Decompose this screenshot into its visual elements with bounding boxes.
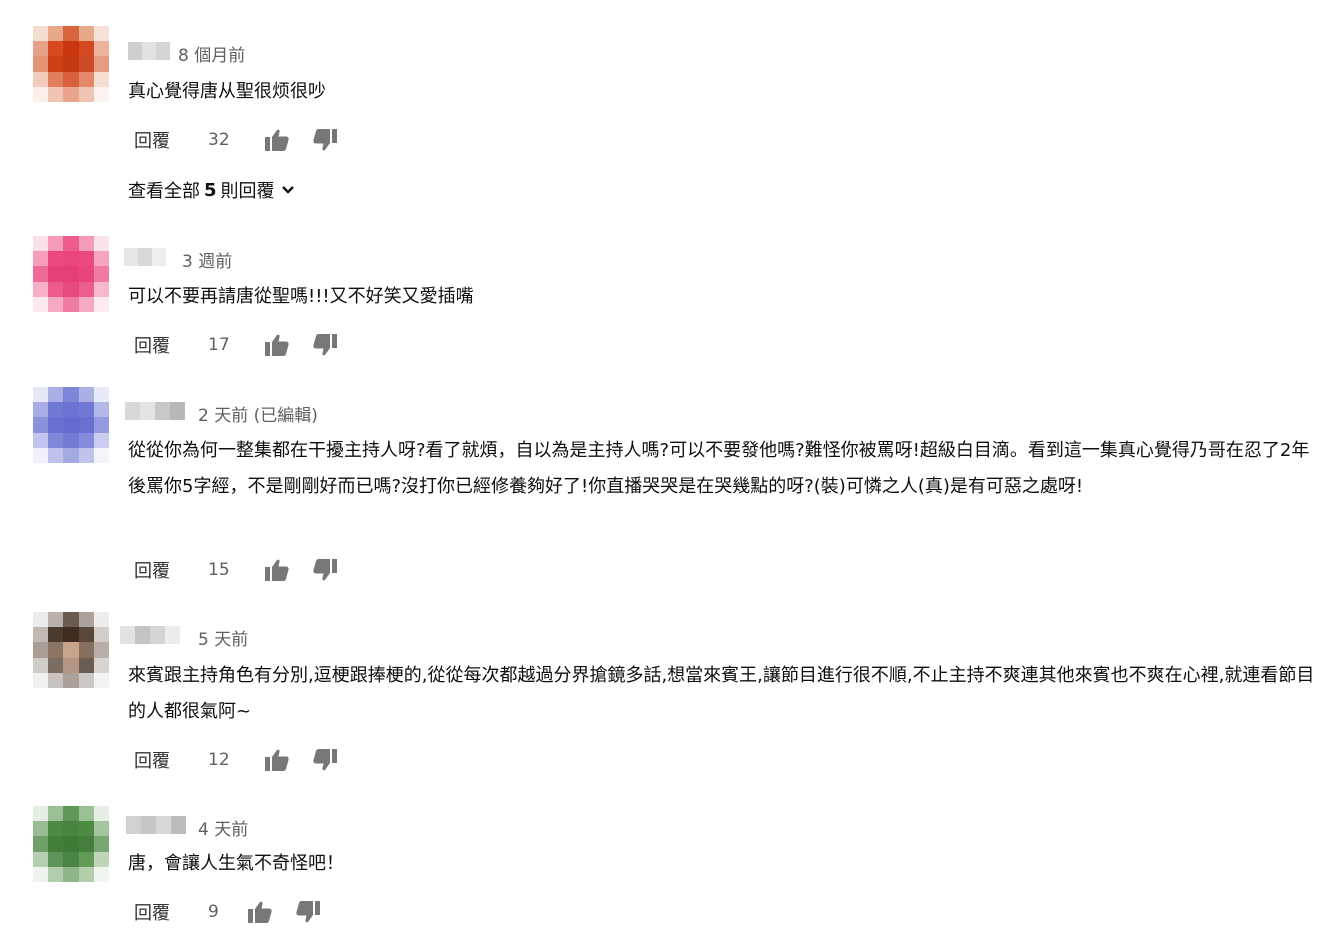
avatar[interactable]: [33, 387, 109, 463]
view-replies-suffix: 則回覆: [220, 181, 275, 202]
chevron-down-icon: [281, 186, 294, 194]
reply-button[interactable]: 回覆: [134, 332, 170, 358]
author-name-blurred[interactable]: [126, 816, 186, 834]
view-replies-count: 5: [204, 179, 217, 201]
comment-timestamp[interactable]: 3 週前: [182, 247, 232, 272]
avatar[interactable]: [33, 612, 109, 688]
author-name-blurred[interactable]: [128, 42, 170, 60]
author-name-blurred[interactable]: [120, 626, 180, 644]
thumbs-down-icon[interactable]: [312, 748, 338, 772]
comment-actions: 回覆 9: [134, 897, 321, 927]
comment-text: 真心覺得唐从聖很烦很吵: [128, 81, 326, 102]
reply-button[interactable]: 回覆: [134, 557, 170, 583]
comment-actions: 回覆 15: [134, 555, 338, 585]
thumbs-up-icon[interactable]: [264, 748, 290, 772]
avatar[interactable]: [33, 26, 109, 102]
thumbs-down-icon[interactable]: [312, 558, 338, 582]
view-replies-prefix: 查看全部: [128, 181, 200, 202]
comment-actions: 回覆 17: [134, 330, 338, 360]
comment-text: 唐，會讓人生氣不奇怪吧！: [128, 853, 344, 874]
thumbs-up-icon[interactable]: [264, 558, 290, 582]
comment-timestamp[interactable]: 4 天前: [198, 815, 248, 840]
thumbs-up-icon[interactable]: [264, 128, 290, 152]
view-replies-button[interactable]: 查看全部 5 則回覆: [128, 177, 295, 203]
thumbs-down-icon[interactable]: [312, 128, 338, 152]
like-count: 15: [208, 560, 230, 580]
thumbs-up-icon[interactable]: [264, 333, 290, 357]
comment-text: 來賓跟主持角色有分別,逗梗跟捧梗的,從從每次都越過分界搶鏡多話,想當來賓王,讓節…: [128, 665, 1315, 722]
author-name-blurred[interactable]: [124, 248, 166, 266]
thumbs-up-icon[interactable]: [247, 900, 273, 924]
comment-actions: 回覆 12: [134, 745, 338, 775]
comment-actions: 回覆 32: [134, 125, 338, 155]
like-count: 32: [208, 130, 230, 150]
thumbs-down-icon[interactable]: [312, 333, 338, 357]
avatar[interactable]: [33, 806, 109, 882]
comment-timestamp[interactable]: 5 天前: [198, 625, 248, 650]
reply-button[interactable]: 回覆: [134, 747, 170, 773]
thumbs-down-icon[interactable]: [295, 900, 321, 924]
avatar[interactable]: [33, 236, 109, 312]
like-count: 9: [208, 902, 219, 922]
reply-button[interactable]: 回覆: [134, 127, 170, 153]
author-name-blurred[interactable]: [125, 402, 185, 420]
like-count: 12: [208, 750, 230, 770]
comment-timestamp[interactable]: 2 天前 (已編輯): [198, 401, 318, 426]
comment-text: 從從你為何一整集都在干擾主持人呀?看了就煩，自以為是主持人嗎?可以不要發他嗎?難…: [128, 440, 1310, 497]
comment-text: 可以不要再請唐從聖嗎!!!又不好笑又愛插嘴: [128, 286, 474, 307]
reply-button[interactable]: 回覆: [134, 899, 170, 925]
like-count: 17: [208, 335, 230, 355]
comment-timestamp[interactable]: 8 個月前: [178, 41, 245, 66]
